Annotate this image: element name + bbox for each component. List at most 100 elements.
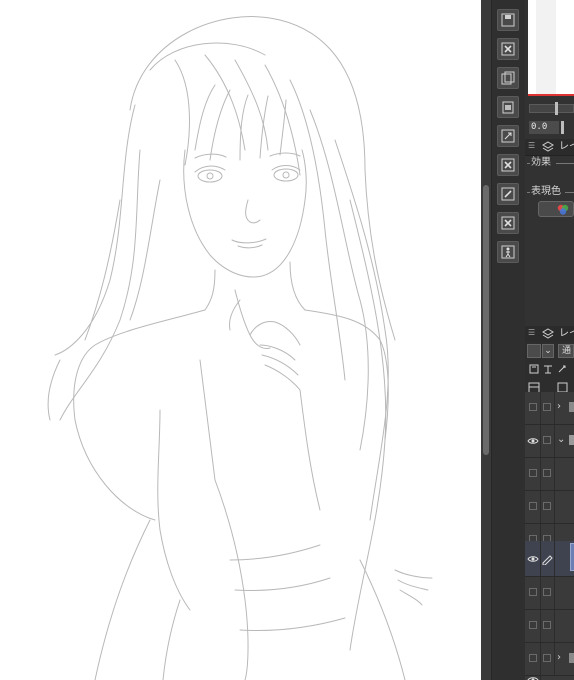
save-icon [501,13,515,27]
expression-color-section-label: 表現色 [531,186,561,197]
paste-icon [502,101,514,114]
visibility-off-box [529,403,537,411]
expand-folder-icon[interactable]: › [557,401,561,413]
clear-icon-button[interactable] [497,38,519,60]
visibility-off-box [529,469,537,477]
lock-box [543,436,551,444]
section-divider [565,192,574,193]
eye-icon [527,677,539,680]
lock-toggle[interactable] [540,643,555,675]
layer-row[interactable]: › [525,643,574,676]
layer-row[interactable] [525,610,574,643]
layer-row[interactable] [525,491,574,524]
navigator-viewport [536,0,556,94]
visibility-off-box [529,588,537,596]
visibility-off-box [529,621,537,629]
visibility-toggle[interactable] [526,491,541,523]
layer-thumbnail [570,543,574,571]
zoom-slider[interactable] [529,104,574,113]
transform-icon [501,129,515,143]
lock-toggle[interactable] [540,610,555,642]
visibility-toggle[interactable] [526,643,541,675]
layer-blend-toolbar: ⌄ 通 [525,342,574,360]
blend-dropdown-chevron[interactable]: ⌄ [542,344,554,358]
layer-option-toolbar [525,360,574,378]
blend-mode-select[interactable]: 通 [558,344,574,358]
visibility-off-box [529,502,537,510]
eye-icon [527,438,539,444]
figure-icon-button[interactable] [497,241,519,263]
visibility-toggle[interactable] [526,392,541,424]
folder-icon [569,653,574,663]
navigator-preview[interactable] [528,0,574,96]
copy-icon [501,71,515,85]
layers-icon [542,328,554,339]
layer-row-selected[interactable] [525,541,574,577]
section-divider [556,163,574,164]
layer-color-box[interactable] [527,344,541,358]
lock-box [543,588,551,596]
rotation-slider-knob[interactable] [561,121,564,134]
visibility-toggle[interactable] [526,458,541,490]
figure-icon [501,245,515,259]
lock-toggle[interactable] [540,425,555,457]
layer-row[interactable] [525,458,574,491]
edit-icon-button[interactable] [497,183,519,205]
canvas-scrollbar-thumb[interactable] [483,185,489,455]
open-folder-icon [569,435,574,445]
zoom-slider-knob[interactable] [555,102,558,115]
tab-layer[interactable]: レイ [559,328,574,340]
draft-icon[interactable] [557,364,567,374]
section-divider [527,163,530,164]
visibility-off-box [529,654,537,662]
paste-icon-button[interactable] [497,96,519,118]
effect-section-label: 効果 [531,157,551,168]
visibility-toggle[interactable] [526,577,541,609]
expression-color-button[interactable] [538,201,574,217]
layer-tab-bar: ☰ レイ [525,326,574,343]
lock-box [543,403,551,411]
editing-indicator [540,541,555,576]
edit-icon [501,187,515,201]
tab-layer-property[interactable]: レイ [559,141,574,153]
drawing-canvas[interactable] [0,0,481,680]
layer-row[interactable] [525,676,574,680]
lock-toggle[interactable] [540,491,555,523]
clear-icon-button[interactable] [497,154,519,176]
lock-toggle[interactable] [540,458,555,490]
layer-row[interactable]: ⌄ [525,425,574,458]
section-divider [527,192,530,193]
lock-box [543,469,551,477]
lock-box [543,502,551,510]
lock-box [543,654,551,662]
layer-row[interactable] [525,577,574,610]
layer-row[interactable]: › [525,392,574,425]
color-wheel-icon [557,204,569,215]
zoom-value-field[interactable]: 0.0 [529,121,559,134]
expand-folder-icon[interactable]: › [557,652,561,664]
copy-icon-button[interactable] [497,67,519,89]
layers-icon [542,141,554,152]
panel-menu-icon[interactable]: ☰ [528,142,535,150]
visibility-toggle[interactable] [526,541,541,576]
clear-icon [501,158,515,172]
layer-property-tab-bar: ☰ レイ [525,139,574,156]
lock-toggle[interactable] [540,392,555,424]
visibility-toggle[interactable] [526,425,541,457]
transform-icon-button[interactable] [497,125,519,147]
right-panel: 0.0 ☰ レイ 効果 表現色 ☰ レイ ⌄ 通 › [525,0,574,680]
folder-icon [569,402,574,412]
save-icon-button[interactable] [497,9,519,31]
clear-icon [501,42,515,56]
panel-menu-icon[interactable]: ☰ [528,329,535,337]
collapse-folder-icon[interactable]: ⌄ [557,434,565,446]
eye-icon [527,556,539,562]
line-art-sketch [47,16,433,680]
reference-icon[interactable] [543,364,553,374]
visibility-toggle[interactable] [526,676,541,680]
lock-toggle[interactable] [540,577,555,609]
visibility-toggle[interactable] [526,610,541,642]
clear-icon [501,216,515,230]
clear-icon-button[interactable] [497,212,519,234]
clip-icon[interactable] [529,364,539,374]
